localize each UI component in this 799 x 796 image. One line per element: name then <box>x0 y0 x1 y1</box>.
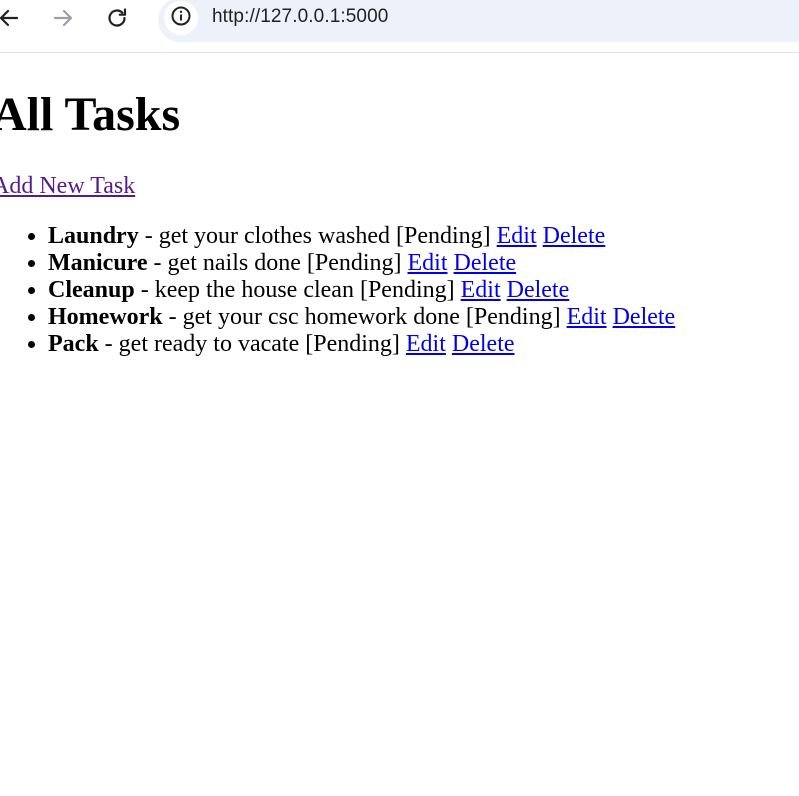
task-item: Pack - get ready to vacate [Pending] Edi… <box>48 331 675 358</box>
edit-task-link[interactable]: Edit <box>406 331 446 357</box>
forward-button[interactable] <box>48 3 78 33</box>
task-item: Manicure - get nails done [Pending] Edit… <box>48 250 675 277</box>
task-name: Cleanup <box>48 277 135 303</box>
back-button[interactable] <box>0 3 24 33</box>
task-status: [Pending] <box>359 277 455 303</box>
site-info-button[interactable] <box>164 1 198 35</box>
add-new-task-link[interactable]: Add New Task <box>0 171 135 201</box>
task-item: Cleanup - keep the house clean [Pending]… <box>48 277 675 304</box>
edit-task-link[interactable]: Edit <box>408 250 448 276</box>
forward-arrow-icon <box>51 6 75 30</box>
edit-task-link[interactable]: Edit <box>461 277 501 303</box>
reload-button[interactable] <box>102 3 132 33</box>
task-name: Laundry <box>48 223 139 249</box>
task-name: Homework <box>48 304 163 330</box>
browser-toolbar: http://127.0.0.1:5000 <box>0 0 799 53</box>
reload-icon <box>105 6 129 30</box>
task-status: [Pending] <box>465 304 561 330</box>
task-description: get your csc homework done <box>182 304 460 330</box>
task-separator: - <box>147 250 168 276</box>
page-title: All Tasks <box>0 88 181 141</box>
task-item: Laundry - get your clothes washed [Pendi… <box>48 223 675 250</box>
task-status: [Pending] <box>305 331 400 357</box>
task-separator: - <box>138 223 159 249</box>
delete-task-link[interactable]: Delete <box>507 277 570 303</box>
delete-task-link[interactable]: Delete <box>452 331 515 357</box>
task-name: Pack <box>48 331 99 357</box>
delete-task-link[interactable]: Delete <box>543 223 606 249</box>
edit-task-link[interactable]: Edit <box>497 223 537 249</box>
edit-task-link[interactable]: Edit <box>567 304 607 330</box>
task-description: get nails done <box>167 250 301 276</box>
delete-task-link[interactable]: Delete <box>454 250 517 276</box>
task-separator: - <box>162 304 183 330</box>
task-description: get your clothes washed <box>158 223 390 249</box>
task-status: [Pending] <box>395 223 491 249</box>
task-list: Laundry - get your clothes washed [Pendi… <box>0 223 675 358</box>
task-status: [Pending] <box>306 250 402 276</box>
info-icon <box>170 5 192 32</box>
back-arrow-icon <box>0 6 21 30</box>
task-name: Manicure <box>48 250 148 276</box>
task-item: Homework - get your csc homework done [P… <box>48 304 675 331</box>
task-separator: - <box>134 277 155 303</box>
address-bar[interactable]: http://127.0.0.1:5000 <box>158 0 799 42</box>
delete-task-link[interactable]: Delete <box>613 304 676 330</box>
task-description: keep the house clean <box>154 277 354 303</box>
url-text[interactable]: http://127.0.0.1:5000 <box>212 6 388 28</box>
task-separator: - <box>98 331 119 357</box>
task-description: get ready to vacate <box>118 331 300 357</box>
